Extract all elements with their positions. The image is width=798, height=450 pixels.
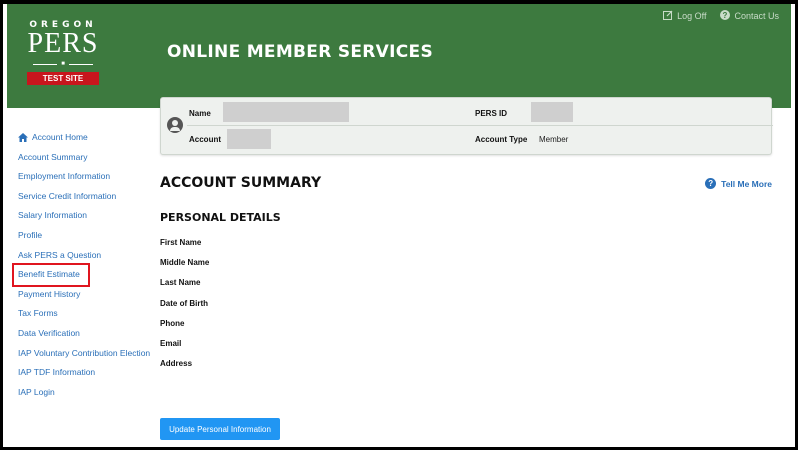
test-site-badge: TEST SITE: [27, 72, 99, 85]
sidebar-item-service-credit-information[interactable]: Service Credit Information: [18, 187, 154, 207]
last-name-label: Last Name: [160, 278, 201, 288]
log-off-link[interactable]: Log Off: [663, 10, 706, 22]
logo-pers-text: PERS: [27, 28, 99, 59]
logo-rule: ■: [27, 61, 99, 67]
user-avatar-icon: [167, 117, 183, 133]
sidebar-item-salary-information[interactable]: Salary Information: [18, 206, 154, 226]
question-circle-icon: ?: [705, 178, 717, 189]
sidebar-item-payment-history[interactable]: Payment History: [18, 285, 154, 305]
email-label: Email: [160, 338, 182, 348]
logo-mark-icon: ■: [61, 61, 65, 67]
account-label: Account: [189, 135, 221, 144]
edit-icon: [663, 10, 673, 22]
contact-us-link[interactable]: ? Contact Us: [720, 10, 779, 22]
account-type-label: Account Type: [475, 135, 528, 144]
personal-details-heading: PERSONAL DETAILS: [160, 211, 281, 224]
update-personal-information-button[interactable]: Update Personal Information: [160, 418, 280, 440]
sidebar-item-iap-tdf-information[interactable]: IAP TDF Information: [18, 363, 154, 383]
app-title: ONLINE MEMBER SERVICES: [167, 42, 433, 62]
sidebar-item-employment-information[interactable]: Employment Information: [18, 167, 154, 187]
sidebar-item-data-verification[interactable]: Data Verification: [18, 324, 154, 344]
sidebar-item-iap-login[interactable]: IAP Login: [18, 383, 154, 403]
sidebar-item-profile[interactable]: Profile: [18, 226, 154, 246]
sidebar-item-account-summary[interactable]: Account Summary: [18, 148, 154, 168]
sidebar-item-benefit-estimate[interactable]: Benefit Estimate: [12, 263, 90, 287]
log-off-label: Log Off: [677, 11, 707, 21]
oregon-pers-logo[interactable]: OREGON PERS ■ TEST SITE: [27, 20, 99, 85]
sidebar-item-label: Account Home: [32, 132, 88, 142]
name-redacted-value: [223, 102, 349, 122]
pers-id-label: PERS ID: [475, 109, 508, 118]
svg-text:?: ?: [723, 11, 728, 20]
personal-details-fields: First Name Middle Name Last Name Date of…: [160, 236, 209, 377]
name-label: Name: [189, 109, 211, 118]
contact-us-label: Contact Us: [734, 11, 779, 21]
member-info-card: Name Account PERS ID Account Type Member: [160, 97, 773, 155]
home-icon: [18, 133, 28, 143]
middle-name-label: Middle Name: [160, 258, 210, 268]
phone-label: Phone: [160, 318, 185, 328]
site-header: OREGON PERS ■ TEST SITE ONLINE MEMBER SE…: [7, 4, 791, 108]
header-links: Log Off ? Contact Us: [663, 10, 779, 22]
card-divider: [187, 125, 773, 126]
sidebar-nav: Account Home Account Summary Employment …: [12, 128, 154, 403]
sidebar-item-tax-forms[interactable]: Tax Forms: [18, 304, 154, 324]
address-label: Address: [160, 359, 193, 369]
first-name-label: First Name: [160, 238, 202, 247]
tell-me-more-label: Tell Me More: [721, 178, 772, 189]
account-type-value: Member: [539, 135, 569, 144]
tell-me-more-link[interactable]: ? Tell Me More: [705, 178, 772, 189]
pers-id-redacted-value: [531, 102, 573, 122]
sidebar-item-iap-voluntary-contribution-election[interactable]: IAP Voluntary Contribution Election: [18, 344, 154, 364]
question-circle-icon: ?: [720, 10, 731, 22]
date-of-birth-label: Date of Birth: [160, 298, 208, 308]
account-redacted-value: [227, 129, 271, 149]
sidebar-item-ask-pers-a-question[interactable]: Ask PERS a Question: [18, 246, 154, 266]
sidebar-item-account-home[interactable]: Account Home: [18, 128, 154, 148]
page-title: ACCOUNT SUMMARY: [160, 175, 322, 191]
